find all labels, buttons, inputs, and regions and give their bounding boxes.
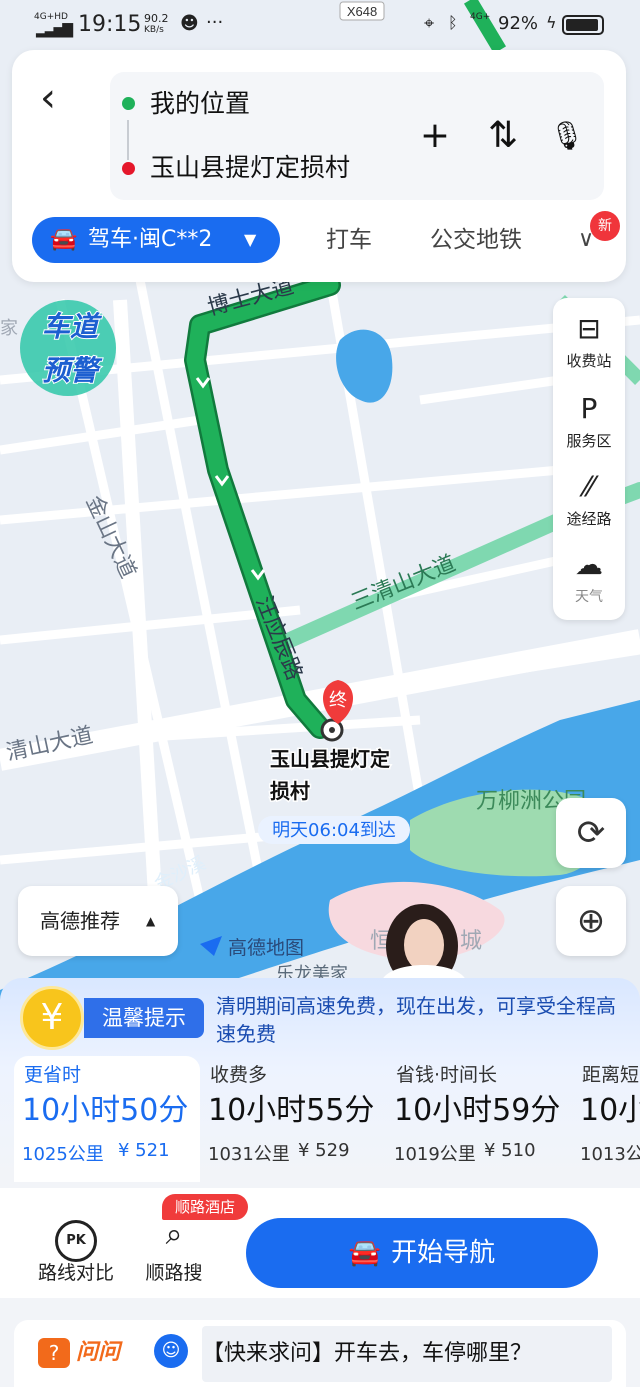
route-bottom-sheet: 温馨提示 ¥ 清明期间高速免费，现在出发，可享受全程高速免费 更省时 10小时5… bbox=[0, 978, 640, 1387]
network-type: 4G+ bbox=[470, 12, 491, 22]
tool-toll-station[interactable]: ⊟ 收费站 bbox=[553, 308, 625, 386]
route-distance: 1031公里 bbox=[208, 1144, 290, 1165]
chevron-down-icon: ▼ bbox=[244, 230, 257, 249]
service-area-icon: P bbox=[580, 392, 598, 425]
origin-field[interactable]: 我的位置 bbox=[150, 84, 250, 124]
route-distance: 1025公里 bbox=[22, 1144, 104, 1165]
poi-label-city: 城 bbox=[460, 929, 482, 954]
tab-transit[interactable]: 公交地铁 bbox=[430, 215, 522, 265]
destination-dot-icon bbox=[122, 162, 135, 175]
add-waypoint-button[interactable]: + bbox=[412, 116, 458, 156]
tool-via-label: 途经路 bbox=[566, 510, 612, 528]
via-road-icon: ⁄⁄ bbox=[584, 470, 594, 503]
net-speed-unit: KB/s bbox=[144, 25, 164, 35]
tip-text[interactable]: 清明期间高速免费，现在出发，可享受全程高速免费 bbox=[216, 992, 626, 1048]
route-time: 10小时50分 bbox=[22, 1093, 189, 1128]
transport-mode-tabs: 🚘 驾车·闽C**2 ▼ 打车 公交地铁 ∨ 新 bbox=[32, 211, 620, 265]
route-cost: ¥ 521 bbox=[118, 1140, 170, 1161]
chevron-up-icon: ▲ bbox=[146, 914, 156, 928]
route-compare-button[interactable]: PK 路线对比 bbox=[26, 1212, 126, 1285]
route-time: 10小时59分 bbox=[394, 1093, 561, 1128]
car-icon: 🚘 bbox=[50, 227, 78, 252]
hotel-badge[interactable]: 顺路酒店 bbox=[162, 1194, 248, 1220]
amap-logo-text: 高德地图 bbox=[228, 937, 304, 959]
tool-service-label: 服务区 bbox=[566, 432, 612, 450]
ask-banner[interactable]: ? 问问 ☺ 【快来求问】开车去，车停哪里？ bbox=[14, 1320, 626, 1387]
destination-name-line2: 损村 bbox=[270, 779, 310, 803]
origin-dot-icon bbox=[122, 97, 135, 110]
new-badge: 新 bbox=[590, 211, 620, 241]
charging-icon: ϟ bbox=[546, 13, 557, 32]
along-search-label: 顺路搜 bbox=[145, 1262, 203, 1284]
route-time: 10小时 bbox=[580, 1093, 640, 1128]
route-compare-label: 路线对比 bbox=[37, 1262, 114, 1284]
signal-indicator: 4G+HD bbox=[34, 12, 68, 22]
recommend-dropdown[interactable]: 高德推荐 ▲ bbox=[18, 886, 178, 956]
destination-field[interactable]: 玉山县提灯定损村 bbox=[150, 148, 350, 188]
tool-weather-label: 天气 bbox=[575, 589, 603, 605]
svg-text:车道: 车道 bbox=[42, 310, 103, 343]
location-icon: ⌖ bbox=[424, 13, 435, 34]
clock: 19:15 bbox=[78, 12, 142, 37]
battery-icon bbox=[562, 15, 604, 35]
route-option-2[interactable]: 收费多 10小时55分 1031公里 ¥ 529 bbox=[200, 1056, 386, 1182]
ask-brand: 问问 bbox=[76, 1340, 121, 1365]
status-bar: 4G+HD ▂▃▅▇ 19:15 90.2 KB/s ☻ ··· ⌖ ᛒ 4G+… bbox=[0, 0, 640, 50]
tab-drive-label: 驾车·闽C**2 bbox=[88, 227, 213, 252]
swap-button[interactable]: ⇅ bbox=[480, 116, 526, 156]
signal-bars-icon: ▂▃▅▇ bbox=[36, 22, 73, 38]
destination-name-line1: 玉山县提灯定 bbox=[270, 747, 390, 771]
route-time: 10小时55分 bbox=[208, 1093, 375, 1128]
start-navigation-button[interactable]: 🚘 开始导航 bbox=[246, 1218, 598, 1288]
route-distance: 1019公里 bbox=[394, 1144, 476, 1165]
tool-weather[interactable]: ☁ 天气 bbox=[553, 544, 625, 622]
start-navigation-label: 开始导航 bbox=[391, 1238, 496, 1268]
route-cost: ¥ 529 bbox=[298, 1140, 350, 1161]
poi-label-home: 家 bbox=[0, 318, 18, 339]
ask-icon: ? bbox=[38, 1338, 70, 1368]
route-distance: 1013公里 bbox=[580, 1144, 640, 1165]
more-notifications: ··· bbox=[206, 12, 224, 33]
back-button[interactable]: ‹ bbox=[40, 76, 70, 120]
weather-icon: ☁ bbox=[575, 548, 603, 581]
mascot-icon: ☺ bbox=[154, 1334, 188, 1368]
tab-drive[interactable]: 🚘 驾车·闽C**2 ▼ bbox=[32, 217, 280, 263]
route-search-card: ‹ 我的位置 玉山县提灯定损村 + ⇅ 🎙 🚘 驾车·闽C**2 ▼ 打车 公交… bbox=[12, 50, 626, 282]
route-connector bbox=[127, 120, 129, 160]
route-options: 更省时 10小时50分 1025公里 ¥ 521 收费多 10小时55分 103… bbox=[0, 1056, 640, 1182]
destination-marker-label: 终 bbox=[329, 690, 347, 710]
locate-me-button[interactable]: ⊕ bbox=[556, 886, 626, 956]
ask-text: 【快来求问】开车去，车停哪里？ bbox=[202, 1326, 612, 1382]
bluetooth-icon: ᛒ bbox=[448, 13, 458, 32]
coin-icon: ¥ bbox=[20, 986, 84, 1050]
action-bar: PK 路线对比 ⌕ 顺路搜 顺路酒店 🚘 开始导航 bbox=[0, 1188, 640, 1298]
tool-service-area[interactable]: P 服务区 bbox=[553, 388, 625, 466]
along-search-button[interactable]: ⌕ 顺路搜 bbox=[124, 1212, 224, 1285]
voice-input-icon[interactable]: 🎙 bbox=[544, 116, 590, 156]
app-notification-icon: ☻ bbox=[180, 13, 199, 34]
lane-warning-badge[interactable]: 车道 预警 bbox=[20, 300, 116, 396]
map-tools-panel: ⊟ 收费站 P 服务区 ⁄⁄ 途经路 ☁ 天气 bbox=[553, 298, 625, 620]
route-input-box: 我的位置 玉山县提灯定损村 + ⇅ 🎙 bbox=[110, 72, 604, 200]
refresh-route-button[interactable]: ⟳ bbox=[556, 798, 626, 868]
tip-label: 温馨提示 bbox=[84, 998, 204, 1038]
toll-icon: ⊟ bbox=[577, 312, 601, 345]
pk-icon: PK bbox=[26, 1212, 126, 1262]
svg-text:预警: 预警 bbox=[42, 354, 103, 387]
arrival-time: 明天06:04到达 bbox=[272, 820, 396, 841]
net-speed-value: 90.2 bbox=[144, 12, 169, 25]
car-icon: 🚘 bbox=[348, 1238, 382, 1268]
battery-percent: 92% bbox=[498, 13, 539, 34]
tool-via-road[interactable]: ⁄⁄ 途经路 bbox=[553, 466, 625, 544]
route-option-4[interactable]: 距离短 10小时 1013公里 bbox=[572, 1056, 640, 1182]
tool-toll-label: 收费站 bbox=[566, 352, 612, 370]
route-option-1[interactable]: 更省时 10小时50分 1025公里 ¥ 521 bbox=[14, 1056, 200, 1182]
route-cost: ¥ 510 bbox=[484, 1140, 536, 1161]
tab-taxi[interactable]: 打车 bbox=[326, 215, 372, 265]
recommend-label: 高德推荐 bbox=[40, 909, 120, 933]
route-option-3[interactable]: 省钱·时间长 10小时59分 1019公里 ¥ 510 bbox=[386, 1056, 572, 1182]
